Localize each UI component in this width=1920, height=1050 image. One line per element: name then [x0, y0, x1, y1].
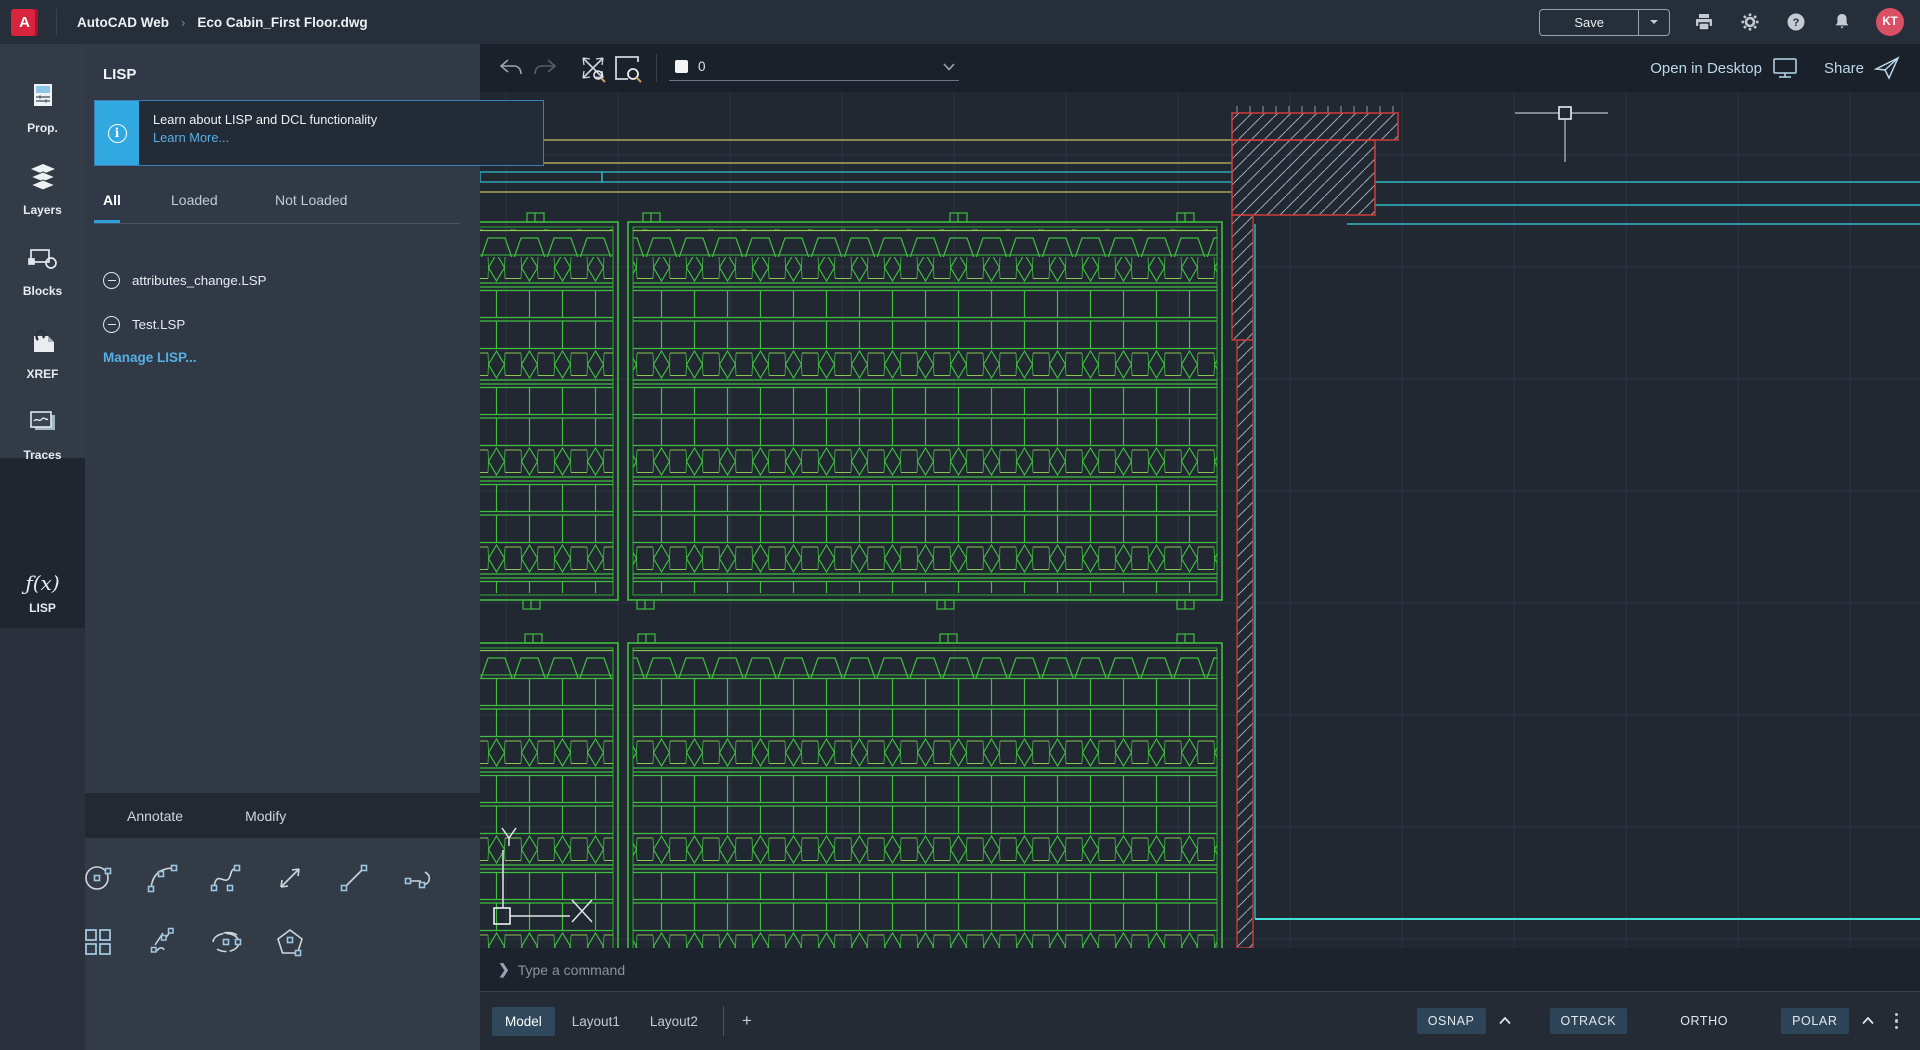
- unload-minus-icon[interactable]: [103, 316, 120, 333]
- tab-model[interactable]: Model: [492, 1007, 555, 1036]
- unload-minus-icon[interactable]: [103, 272, 120, 289]
- wall-hatch: [1232, 106, 1398, 948]
- manage-lisp-link[interactable]: Manage LISP...: [103, 350, 197, 365]
- command-bar: ❯: [480, 948, 1920, 992]
- drawing-canvas[interactable]: Top: [480, 92, 1920, 948]
- arc-continue-tool-icon[interactable]: [398, 858, 438, 898]
- learn-more-link[interactable]: Learn More...: [153, 130, 377, 145]
- dimension-line: [1515, 107, 1608, 162]
- tab-layout1[interactable]: Layout1: [559, 1007, 633, 1036]
- share-label: Share: [1824, 60, 1864, 77]
- sidebar-item-properties[interactable]: Prop.: [0, 66, 85, 148]
- sidebar-item-traces[interactable]: Traces: [0, 394, 85, 476]
- settings-gear-icon[interactable]: [1738, 10, 1762, 34]
- zoom-extents-button[interactable]: [576, 51, 610, 85]
- desktop-monitor-icon: [1772, 57, 1798, 79]
- open-in-desktop-label: Open in Desktop: [1650, 60, 1762, 77]
- info-icon: i: [108, 124, 127, 143]
- layer-name: 0: [698, 59, 933, 74]
- cad-geometry: [480, 92, 1920, 948]
- layer-color-swatch: [675, 60, 688, 73]
- properties-icon: [28, 80, 58, 115]
- lisp-tabs-divider: [94, 223, 460, 224]
- cyan-wall-lines: [1255, 182, 1920, 919]
- info-banner-accent: i: [95, 101, 139, 165]
- save-button[interactable]: Save: [1539, 9, 1670, 36]
- otrack-toggle[interactable]: OTRACK: [1550, 1008, 1628, 1034]
- tab-annotate[interactable]: Annotate: [105, 793, 205, 838]
- tab-modify[interactable]: Modify: [223, 793, 308, 838]
- open-in-desktop-button[interactable]: Open in Desktop: [1650, 57, 1798, 79]
- bottom-status-bar: Model Layout1 Layout2 + OSNAP OTRACK ORT…: [480, 992, 1920, 1050]
- share-button[interactable]: Share: [1824, 56, 1900, 80]
- layers-icon: [27, 162, 59, 197]
- polar-chevron-up-icon[interactable]: [1857, 1010, 1879, 1032]
- lisp-panel-title: LISP: [85, 44, 480, 83]
- breadcrumb-app[interactable]: AutoCAD Web: [77, 15, 169, 30]
- save-button-label[interactable]: Save: [1540, 10, 1638, 35]
- wall-lines: [480, 140, 1232, 192]
- solar-panel-array: [480, 213, 1222, 948]
- status-overflow-menu-icon[interactable]: [1887, 1013, 1907, 1030]
- undo-button[interactable]: [494, 51, 528, 85]
- share-plane-icon: [1874, 56, 1900, 80]
- sidebar-item-blocks[interactable]: Blocks: [0, 230, 85, 312]
- navbar-divider: [56, 9, 57, 35]
- lisp-panel: LISP i Learn about LISP and DCL function…: [85, 44, 480, 793]
- blocks-icon: [27, 245, 59, 278]
- lisp-tab-not-loaded[interactable]: Not Loaded: [275, 184, 347, 220]
- lisp-info-banner: i Learn about LISP and DCL functionality…: [94, 100, 544, 166]
- command-input[interactable]: [518, 962, 1118, 978]
- info-banner-text: Learn about LISP and DCL functionality: [153, 112, 377, 127]
- toolbar-divider: [656, 54, 657, 82]
- chevron-down-icon: [943, 63, 955, 71]
- autocad-logo-icon[interactable]: A: [11, 9, 38, 36]
- lisp-tab-all[interactable]: All: [103, 184, 171, 220]
- breadcrumb-chevron-icon: ›: [181, 15, 185, 30]
- xref-icon: [28, 326, 58, 361]
- polygon-tool-icon[interactable]: [270, 922, 310, 962]
- sidebar-item-lisp[interactable]: ƒ(x) LISP: [0, 552, 85, 634]
- save-dropdown-caret-icon[interactable]: [1639, 10, 1669, 35]
- svg-text:?: ?: [1793, 17, 1800, 29]
- spline-tool-icon[interactable]: [206, 858, 246, 898]
- zoom-window-button[interactable]: [610, 51, 644, 85]
- osnap-chevron-up-icon[interactable]: [1494, 1010, 1516, 1032]
- canvas-toolbar: 0 Open in Desktop Share: [480, 44, 1920, 92]
- notifications-bell-icon[interactable]: [1830, 10, 1854, 34]
- breadcrumb-filename: Eco Cabin_First Floor.dwg: [197, 15, 367, 30]
- add-layout-button[interactable]: +: [736, 1011, 758, 1031]
- lisp-fx-icon: ƒ(x): [25, 571, 59, 595]
- ortho-toggle[interactable]: ORTHO: [1669, 1008, 1739, 1034]
- left-tool-rail: Prop. Layers Blocks: [0, 44, 85, 1050]
- sidebar-item-xref[interactable]: XREF: [0, 312, 85, 394]
- sidebar-item-layers[interactable]: Layers: [0, 148, 85, 230]
- user-avatar[interactable]: KT: [1876, 8, 1904, 36]
- help-icon[interactable]: ?: [1784, 10, 1808, 34]
- line-tool-icon[interactable]: [334, 858, 374, 898]
- lisp-file-row[interactable]: Test.LSP: [103, 316, 185, 333]
- layer-dropdown[interactable]: 0: [669, 55, 959, 81]
- layout-tabs-divider: [723, 1006, 724, 1036]
- top-navbar: A AutoCAD Web › Eco Cabin_First Floor.dw…: [0, 0, 1920, 44]
- lisp-tab-loaded[interactable]: Loaded: [171, 184, 275, 220]
- points-tool-icon[interactable]: [142, 922, 182, 962]
- measure-tool-icon[interactable]: [270, 858, 310, 898]
- lisp-file-row[interactable]: attributes_change.LSP: [103, 272, 267, 289]
- command-chevron-icon: ❯: [498, 961, 510, 978]
- tab-layout2[interactable]: Layout2: [637, 1007, 711, 1036]
- ellipse-tool-icon[interactable]: [206, 922, 246, 962]
- arc-tool-icon[interactable]: [142, 858, 182, 898]
- print-icon[interactable]: [1692, 10, 1716, 34]
- osnap-toggle[interactable]: OSNAP: [1417, 1008, 1486, 1034]
- polar-toggle[interactable]: POLAR: [1781, 1008, 1848, 1034]
- redo-button[interactable]: [528, 51, 562, 85]
- traces-icon: [27, 409, 59, 442]
